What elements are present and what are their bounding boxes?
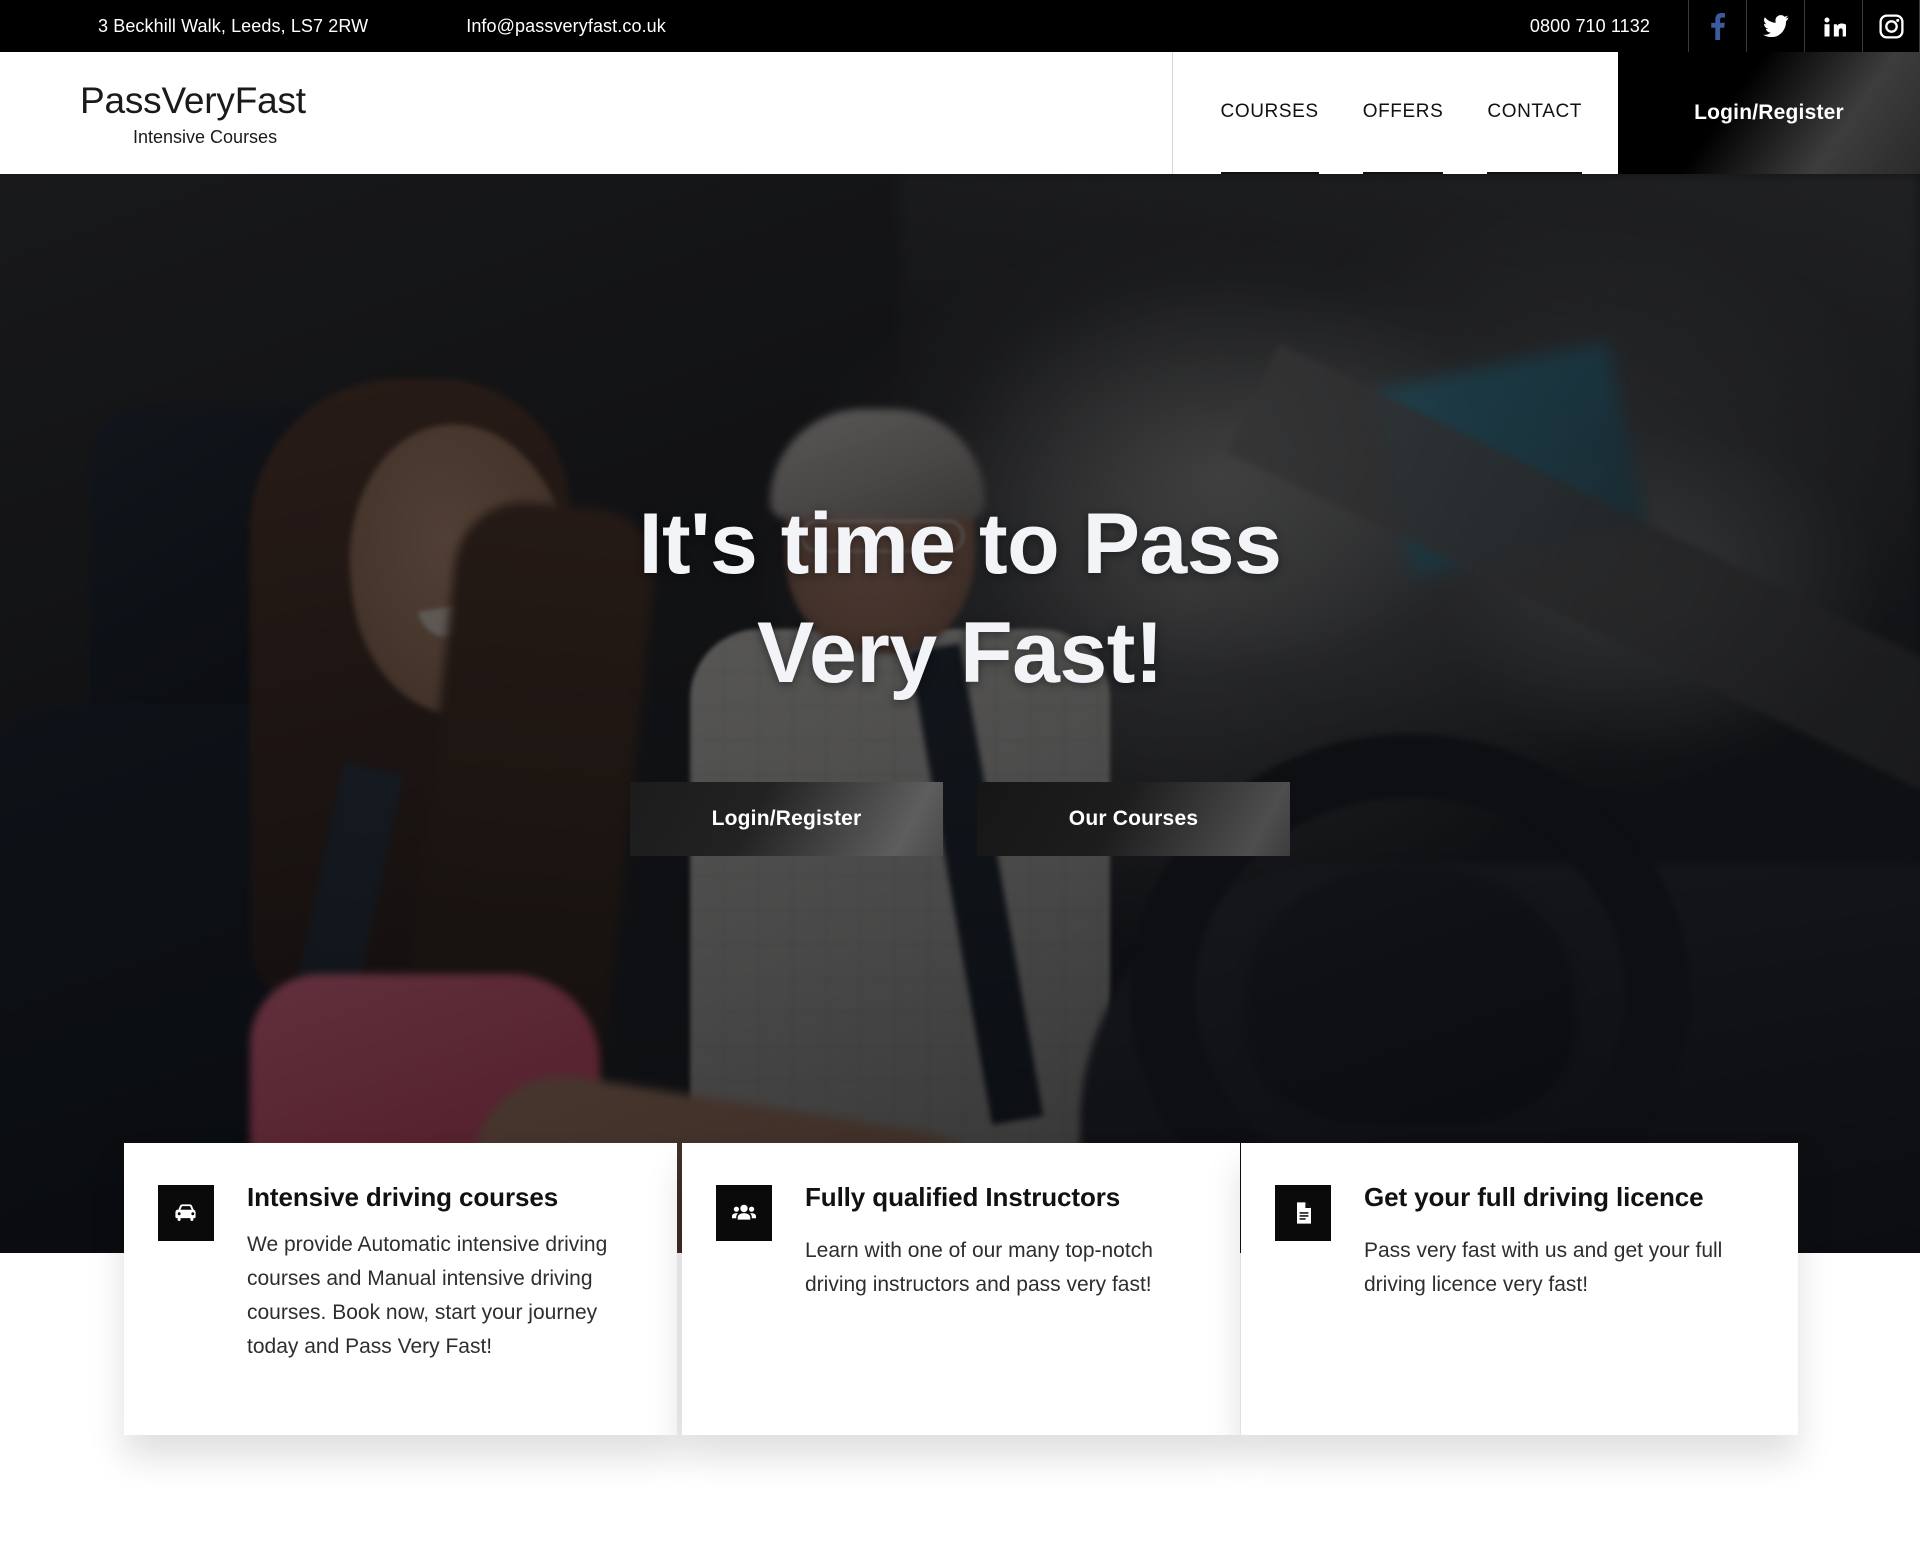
feature-card-body: Get your full driving licence Pass very … <box>1364 1181 1798 1435</box>
feature-card-full-licence: Get your full driving licence Pass very … <box>1241 1143 1798 1435</box>
header-login-register-button[interactable]: Login/Register <box>1618 52 1920 174</box>
hero-title: It's time to Pass Very Fast! <box>510 490 1410 708</box>
instagram-icon <box>1878 13 1904 39</box>
top-utility-bar: 3 Beckhill Walk, Leeds, LS7 2RW Info@pas… <box>0 0 1920 52</box>
phone-link[interactable]: 0800 710 1132 <box>1530 16 1650 37</box>
hero-cta-group: Login/Register Our Courses <box>630 782 1290 857</box>
feature-card-body: Intensive driving courses We provide Aut… <box>247 1181 677 1435</box>
feature-card-text: Pass very fast with us and get your full… <box>1364 1239 1723 1297</box>
twitter-icon <box>1762 15 1789 37</box>
facebook-link[interactable] <box>1688 0 1746 52</box>
feature-cards: Intensive driving courses We provide Aut… <box>124 1143 1798 1435</box>
brand-logo[interactable]: PassVeryFast Intensive Courses <box>80 52 306 174</box>
email-link[interactable]: Info@passveryfast.co.uk <box>466 16 666 37</box>
hero-title-line-1: It's time to Pass <box>638 496 1282 592</box>
document-icon <box>1275 1185 1331 1241</box>
main-navigation: COURSES OFFERS CONTACT <box>1171 52 1618 174</box>
feature-card-title: Intensive driving courses <box>247 1182 559 1212</box>
feature-card-title: Fully qualified Instructors <box>805 1182 1121 1212</box>
instagram-link[interactable] <box>1862 0 1920 52</box>
feature-card-text: We provide Automatic intensive driving c… <box>247 1233 608 1359</box>
brand-name: PassVeryFast <box>80 79 306 121</box>
address-text: 3 Beckhill Walk, Leeds, LS7 2RW <box>98 15 369 36</box>
hero-section: It's time to Pass Very Fast! Login/Regis… <box>0 174 1920 1253</box>
feature-card-body: Fully qualified Instructors Learn with o… <box>805 1181 1240 1435</box>
facebook-icon <box>1709 12 1726 40</box>
nav-item-courses[interactable]: COURSES <box>1220 52 1319 174</box>
header-spacer <box>306 52 1172 174</box>
feature-card-qualified-instructors: Fully qualified Instructors Learn with o… <box>682 1143 1240 1435</box>
feature-card-text: Learn with one of our many top-notch dri… <box>805 1239 1153 1297</box>
site-header: PassVeryFast Intensive Courses COURSES O… <box>0 52 1920 174</box>
social-links <box>1688 0 1920 52</box>
hero-title-line-2: Very Fast! <box>756 605 1164 702</box>
brand-subtitle: Intensive Courses <box>133 127 278 148</box>
nav-item-offers[interactable]: OFFERS <box>1362 52 1444 174</box>
users-icon <box>716 1185 772 1241</box>
hero-our-courses-button[interactable]: Our Courses <box>977 782 1290 857</box>
car-icon <box>158 1185 214 1241</box>
linkedin-icon <box>1822 14 1846 38</box>
feature-card-title: Get your full driving licence <box>1364 1182 1704 1212</box>
linkedin-link[interactable] <box>1804 0 1862 52</box>
hero-content: It's time to Pass Very Fast! Login/Regis… <box>0 174 1920 1253</box>
hero-login-register-button[interactable]: Login/Register <box>630 782 943 857</box>
feature-card-intensive-courses: Intensive driving courses We provide Aut… <box>124 1143 677 1435</box>
nav-item-contact[interactable]: CONTACT <box>1487 52 1582 174</box>
twitter-link[interactable] <box>1746 0 1804 52</box>
